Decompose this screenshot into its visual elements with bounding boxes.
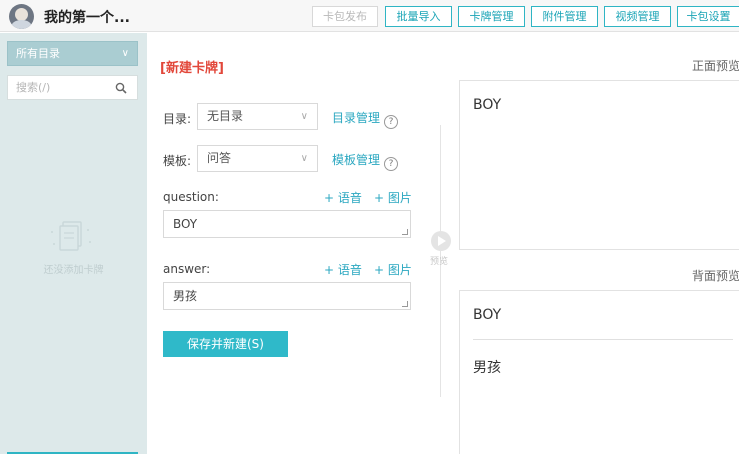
top-bar: 我的第一个... 卡包发布 批量导入 卡牌管理 附件管理 视频管理 卡包设置 [0,0,739,32]
empty-cards-icon [51,221,91,251]
front-preview-text: BOY [473,97,502,113]
directory-dropdown-label: 所有目录 [16,47,60,60]
template-label: 模板: [163,154,192,168]
save-and-new-button[interactable]: 保存并新建(S) [163,331,288,357]
card-search-input[interactable]: 搜索(/) [7,75,138,100]
question-label: question: [163,190,219,204]
answer-add-image[interactable]: + 图片 [374,261,412,278]
template-select-value: 问答 [207,151,232,165]
attachment-management-button[interactable]: 附件管理 [531,6,598,27]
template-select[interactable]: 问答 ∨ [197,145,318,172]
answer-add-audio[interactable]: + 语音 [324,261,362,278]
empty-cards-text: 还没添加卡牌 [43,265,104,276]
publish-pack-button[interactable]: 卡包发布 [312,6,378,27]
back-preview-answer: 男孩 [473,360,501,376]
directory-manage-label: 目录管理 [332,111,381,125]
front-preview-heading: 正面预览 [692,59,739,73]
chevron-down-icon: ∨ [300,153,308,164]
card-pack-title: 我的第一个... [44,10,130,26]
avatar-body [11,20,32,29]
directory-dropdown[interactable]: 所有目录 ∨ [7,41,138,66]
back-preview-separator [473,339,733,340]
video-management-button[interactable]: 视频管理 [604,6,671,27]
card-management-button[interactable]: 卡牌管理 [458,6,525,27]
search-icon[interactable] [115,82,127,94]
pack-settings-button[interactable]: 卡包设置 [677,6,739,27]
resize-grip-icon[interactable] [402,229,408,235]
help-icon[interactable]: ? [384,157,399,171]
editor-title: [新建卡牌] [160,61,224,76]
template-manage-label: 模板管理 [332,153,381,167]
answer-field[interactable]: 男孩 [163,282,411,310]
chevron-down-icon: ∨ [121,48,129,59]
question-add-audio[interactable]: + 语音 [324,189,362,206]
sidebar: 所有目录 ∨ 搜索(/) 还没添加卡牌 [0,33,147,454]
play-icon[interactable] [431,231,451,251]
answer-label: answer: [163,262,211,276]
answer-field-value: 男孩 [173,289,198,303]
back-preview-question: BOY [473,307,502,323]
directory-select-value: 无目录 [207,109,244,123]
chevron-down-icon: ∨ [300,111,308,122]
resize-grip-icon[interactable] [402,301,408,307]
preview-toggle-label: 预览 [430,257,449,267]
directory-manage-link[interactable]: 目录管理? [332,109,399,129]
question-field[interactable]: BOY [163,210,411,238]
help-icon[interactable]: ? [384,115,399,129]
batch-import-button[interactable]: 批量导入 [385,6,452,27]
template-manage-link[interactable]: 模板管理? [332,151,399,171]
directory-select[interactable]: 无目录 ∨ [197,103,318,130]
user-avatar[interactable] [9,4,34,29]
search-placeholder: 搜索(/) [16,81,51,94]
directory-label: 目录: [163,112,192,126]
question-field-value: BOY [173,217,198,231]
back-preview-heading: 背面预览 [692,269,739,283]
question-add-image[interactable]: + 图片 [374,189,412,206]
